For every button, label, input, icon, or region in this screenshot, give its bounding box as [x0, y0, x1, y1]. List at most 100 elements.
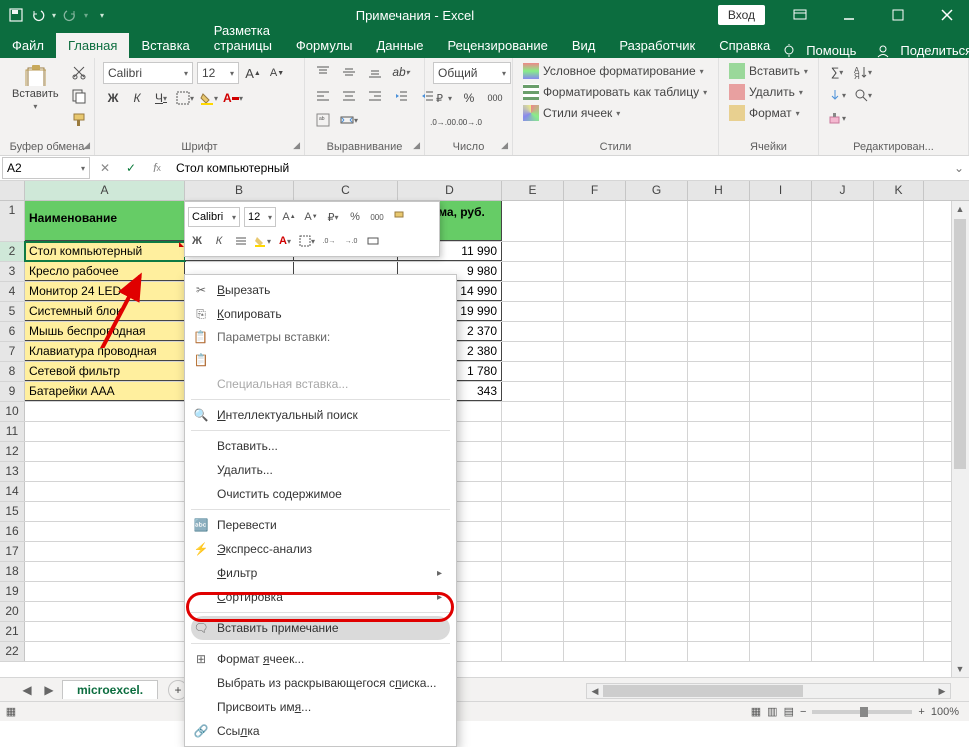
column-header-G[interactable]: G [626, 181, 688, 200]
cell[interactable] [564, 201, 626, 241]
cell[interactable] [812, 622, 874, 641]
cell[interactable] [812, 402, 874, 421]
zoom-level[interactable]: 100% [931, 706, 959, 718]
sort-filter-icon[interactable]: AЯ▾ [853, 62, 873, 82]
cell[interactable] [874, 422, 924, 441]
cell-a3[interactable]: Кресло рабочее [25, 262, 185, 281]
mini-border-icon[interactable]: ▾ [298, 232, 316, 250]
cell[interactable] [812, 201, 874, 241]
bold-button[interactable]: Ж [103, 88, 123, 108]
mini-condfmt-icon[interactable] [386, 232, 404, 250]
orientation-icon[interactable]: ab▾ [391, 62, 411, 82]
mini-italic-button[interactable]: К [210, 232, 228, 250]
cell[interactable] [25, 422, 185, 441]
row-header-7[interactable]: 7 [0, 342, 25, 361]
cell[interactable] [688, 302, 750, 321]
cell[interactable] [564, 582, 626, 601]
cell[interactable] [502, 562, 564, 581]
cell[interactable] [688, 262, 750, 281]
cell[interactable] [750, 201, 812, 241]
mini-format-painter-icon[interactable] [390, 208, 408, 226]
row-header-20[interactable]: 20 [0, 602, 25, 621]
conditional-formatting-button[interactable]: Условное форматирование▾ [521, 62, 710, 80]
row-header-15[interactable]: 15 [0, 502, 25, 521]
cell[interactable] [25, 462, 185, 481]
increase-decimal-icon[interactable]: .0→.00 [433, 112, 453, 132]
cell[interactable] [750, 482, 812, 501]
cell[interactable] [688, 642, 750, 661]
autosum-icon[interactable]: ∑▾ [827, 62, 847, 82]
cell[interactable] [812, 582, 874, 601]
row-header-14[interactable]: 14 [0, 482, 25, 501]
mini-size-select[interactable]: 12▾ [244, 207, 276, 227]
cell[interactable] [874, 522, 924, 541]
horizontal-scrollbar[interactable]: ◀ ▶ [586, 683, 951, 699]
cell[interactable] [874, 322, 924, 341]
cell[interactable] [750, 522, 812, 541]
ctx-define-name[interactable]: Присвоить имя... [185, 695, 456, 719]
font-size-select[interactable]: 12▾ [197, 62, 239, 84]
cell[interactable] [25, 562, 185, 581]
cell[interactable] [812, 362, 874, 381]
mini-font-color-icon[interactable]: A▾ [276, 232, 294, 250]
wrap-text-icon[interactable]: ab [313, 110, 333, 130]
cell[interactable] [626, 622, 688, 641]
cell[interactable] [688, 382, 750, 401]
cell[interactable] [688, 201, 750, 241]
cell[interactable] [812, 462, 874, 481]
cell[interactable] [502, 542, 564, 561]
cell[interactable] [25, 582, 185, 601]
cell[interactable] [874, 201, 924, 241]
share-icon[interactable] [876, 44, 890, 58]
cell[interactable] [502, 362, 564, 381]
cell[interactable] [750, 342, 812, 361]
font-launcher-icon[interactable]: ◢ [293, 140, 300, 151]
sheet-nav-prev-icon[interactable]: ◀ [18, 683, 36, 697]
cell[interactable] [564, 502, 626, 521]
cell[interactable] [688, 422, 750, 441]
cell[interactable] [626, 201, 688, 241]
cell[interactable] [688, 362, 750, 381]
cell[interactable] [626, 502, 688, 521]
cell[interactable] [25, 502, 185, 521]
cell[interactable] [564, 422, 626, 441]
cell[interactable] [874, 602, 924, 621]
cell[interactable] [502, 402, 564, 421]
cell[interactable] [502, 322, 564, 341]
cell[interactable] [812, 342, 874, 361]
cell[interactable] [874, 242, 924, 261]
cell[interactable] [812, 542, 874, 561]
cell[interactable] [874, 462, 924, 481]
mini-align-icon[interactable] [232, 232, 250, 250]
cell[interactable] [564, 622, 626, 641]
cell[interactable] [25, 482, 185, 501]
undo-icon[interactable] [30, 7, 46, 23]
qat-customize-icon[interactable]: ▾ [100, 11, 104, 20]
cell[interactable] [874, 282, 924, 301]
column-header-D[interactable]: D [398, 181, 502, 200]
ctx-copy[interactable]: ⎘Копировать [185, 302, 456, 326]
tab-file[interactable]: Файл [0, 33, 56, 58]
align-left-icon[interactable] [313, 86, 333, 106]
undo-drop-icon[interactable]: ▾ [52, 11, 56, 20]
cell-a8[interactable]: Сетевой фильтр [25, 362, 185, 381]
cell[interactable] [688, 602, 750, 621]
cell[interactable] [688, 622, 750, 641]
cell-a5[interactable]: Системный блок [25, 302, 185, 321]
cell[interactable] [750, 442, 812, 461]
tab-review[interactable]: Рецензирование [435, 33, 559, 58]
cell[interactable] [502, 482, 564, 501]
cell[interactable] [502, 302, 564, 321]
paste-drop-icon[interactable]: ▾ [33, 102, 37, 111]
italic-button[interactable]: К [127, 88, 147, 108]
column-header-C[interactable]: C [294, 181, 398, 200]
cell[interactable] [502, 602, 564, 621]
cell[interactable] [750, 422, 812, 441]
ctx-insert-comment[interactable]: 🗨Вставить примечание [191, 616, 450, 640]
cell[interactable] [688, 542, 750, 561]
redo-drop-icon[interactable]: ▾ [84, 11, 88, 20]
cell[interactable] [750, 302, 812, 321]
cell[interactable] [812, 482, 874, 501]
mini-inc-decimal-icon[interactable]: .0→ [320, 232, 338, 250]
align-center-icon[interactable] [339, 86, 359, 106]
